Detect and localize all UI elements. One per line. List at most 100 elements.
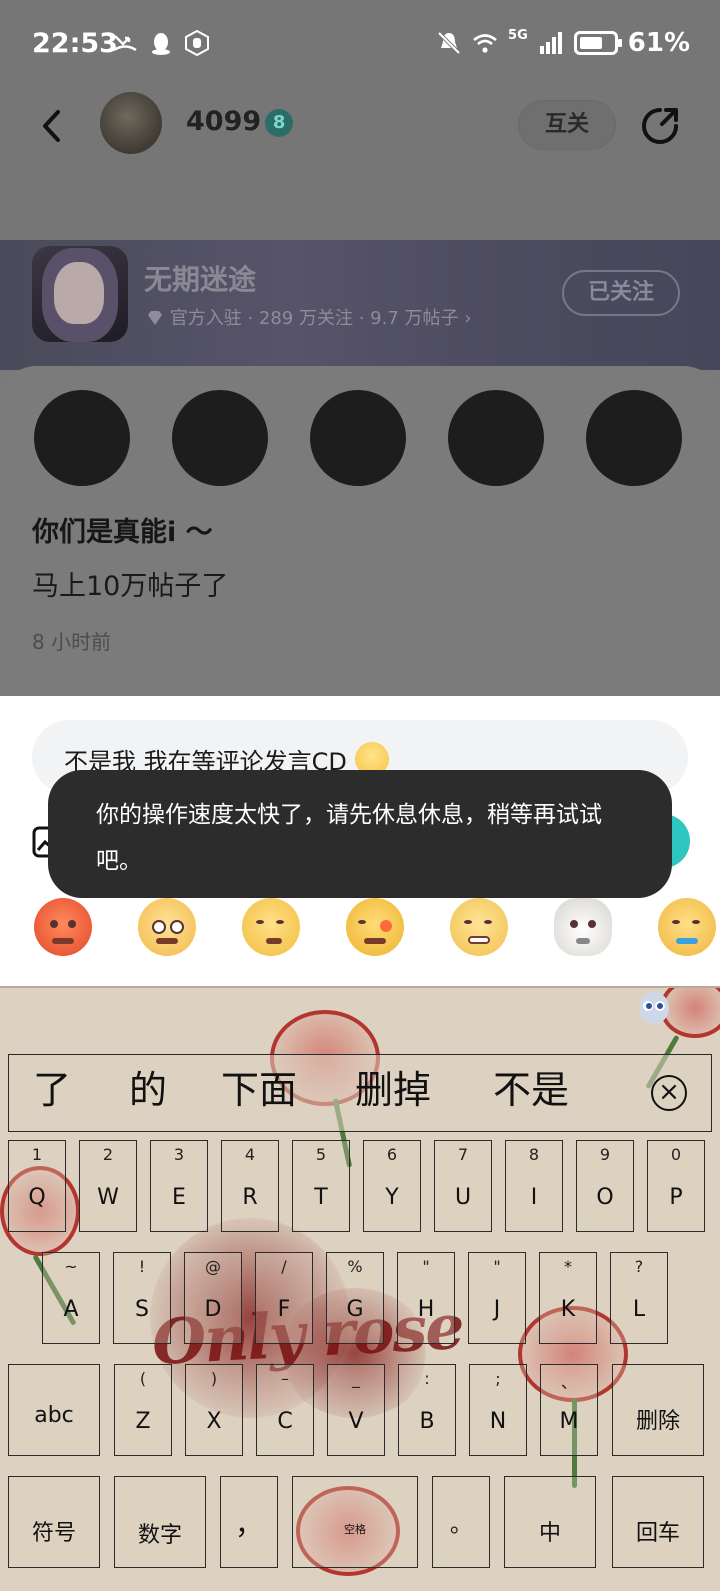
community-banner[interactable]: 无期迷途 官方入驻 · 289 万关注 · 9.7 万帖子 › 已关注 bbox=[0, 240, 720, 370]
key-label: Z bbox=[135, 1409, 151, 1434]
section-icon-5[interactable] bbox=[586, 390, 682, 486]
key-y[interactable]: 6Y bbox=[363, 1140, 421, 1232]
community-avatar[interactable] bbox=[32, 246, 128, 342]
username[interactable]: 4099 8 bbox=[186, 106, 294, 137]
community-name[interactable]: 无期迷途 bbox=[144, 258, 256, 298]
key-label: B bbox=[419, 1409, 435, 1434]
key-h[interactable]: " H bbox=[397, 1252, 455, 1344]
key-n[interactable]: ; N bbox=[469, 1364, 527, 1456]
candidate-bar: 了 的 下面 删掉 不是 × bbox=[8, 1054, 712, 1132]
key-secondary-label: 3 bbox=[173, 1145, 185, 1164]
key-g[interactable]: % G bbox=[326, 1252, 384, 1344]
key-label: G bbox=[346, 1297, 364, 1322]
enter-key[interactable]: 回车 bbox=[612, 1476, 704, 1568]
key-label: U bbox=[454, 1185, 472, 1210]
key-p[interactable]: 0P bbox=[647, 1140, 705, 1232]
delete-key[interactable]: 删除 bbox=[612, 1364, 704, 1456]
symbols-key[interactable]: 符号 bbox=[8, 1476, 100, 1568]
post-body[interactable]: 马上10万帖子了 bbox=[32, 564, 228, 603]
key-label: C bbox=[277, 1409, 293, 1434]
post-time: 8 小时前 bbox=[32, 630, 112, 654]
post-title[interactable]: 你们是真能i ～ bbox=[32, 510, 213, 549]
key-label: E bbox=[172, 1185, 186, 1210]
key-label: X bbox=[206, 1409, 222, 1434]
mutual-follow-button[interactable]: 互关 bbox=[518, 100, 616, 150]
key-r[interactable]: 4R bbox=[221, 1140, 279, 1232]
space-key[interactable]: 空格 bbox=[292, 1476, 418, 1568]
candidate-word[interactable]: 不是 bbox=[493, 1059, 569, 1114]
key-t[interactable]: 5T bbox=[292, 1140, 350, 1232]
key-i[interactable]: 8I bbox=[505, 1140, 563, 1232]
profile-header: 4099 8 互关 bbox=[0, 92, 720, 240]
key-u[interactable]: 7U bbox=[434, 1140, 492, 1232]
section-icon-4[interactable] bbox=[448, 390, 544, 486]
key-s[interactable]: ! S bbox=[113, 1252, 171, 1344]
period-key[interactable]: 。 bbox=[432, 1476, 490, 1568]
hand-badge-icon bbox=[185, 30, 209, 56]
key-f[interactable]: / F bbox=[255, 1252, 313, 1344]
abc-key[interactable]: abc bbox=[8, 1364, 100, 1456]
key-label: F bbox=[277, 1297, 291, 1322]
key-l[interactable]: ? L bbox=[610, 1252, 668, 1344]
close-candidates-icon[interactable]: × bbox=[651, 1075, 687, 1111]
key-e[interactable]: 3E bbox=[150, 1140, 208, 1232]
comma-key[interactable]: ， bbox=[220, 1476, 278, 1568]
status-bar: 22:53 5G 61% bbox=[0, 0, 720, 92]
key-v[interactable]: _ V bbox=[327, 1364, 385, 1456]
key-label: N bbox=[489, 1409, 507, 1434]
key-d[interactable]: @ D bbox=[184, 1252, 242, 1344]
keyboard-mascot-icon[interactable] bbox=[636, 990, 672, 1026]
status-left-icons bbox=[112, 30, 210, 56]
key-q[interactable]: 1Q bbox=[8, 1140, 66, 1232]
user-avatar[interactable] bbox=[100, 92, 162, 154]
grin-emoji[interactable] bbox=[450, 898, 508, 956]
section-icon-2[interactable] bbox=[172, 390, 268, 486]
key-secondary-label: _ bbox=[352, 1369, 360, 1388]
dog-emoji[interactable] bbox=[554, 898, 612, 956]
key-j[interactable]: " J bbox=[468, 1252, 526, 1344]
smug-emoji[interactable] bbox=[242, 898, 300, 956]
angry-emoji[interactable] bbox=[34, 898, 92, 956]
key-secondary-label: 7 bbox=[457, 1145, 469, 1164]
candidate-word[interactable]: 了 bbox=[33, 1059, 71, 1114]
missed-call-icon bbox=[113, 35, 137, 52]
followed-button[interactable]: 已关注 bbox=[562, 270, 680, 316]
sparkle-emoji[interactable] bbox=[346, 898, 404, 956]
back-arrow-icon[interactable] bbox=[34, 106, 74, 146]
key-b[interactable]: :B bbox=[398, 1364, 456, 1456]
key-label: K bbox=[560, 1297, 576, 1322]
key-k[interactable]: * K bbox=[539, 1252, 597, 1344]
community-meta[interactable]: 官方入驻 · 289 万关注 · 9.7 万帖子 › bbox=[146, 304, 471, 330]
section-icon-3[interactable] bbox=[310, 390, 406, 486]
key-label: S bbox=[135, 1297, 149, 1322]
key-secondary-label: " bbox=[493, 1257, 501, 1276]
section-icon-1[interactable] bbox=[34, 390, 130, 486]
drool-emoji[interactable] bbox=[658, 898, 716, 956]
key-secondary-label: ! bbox=[138, 1257, 146, 1276]
crying-emoji[interactable] bbox=[138, 898, 196, 956]
key-a[interactable]: ~ A bbox=[42, 1252, 100, 1344]
numbers-key[interactable]: 数字 bbox=[114, 1476, 206, 1568]
chinese-mode-key[interactable]: 中 bbox=[504, 1476, 596, 1568]
key-label: O bbox=[596, 1185, 614, 1210]
candidate-word[interactable]: 删掉 bbox=[355, 1059, 431, 1114]
key-secondary-label: 0 bbox=[670, 1145, 682, 1164]
candidate-word[interactable]: 下面 bbox=[221, 1059, 297, 1114]
key-z[interactable]: (Z bbox=[114, 1364, 172, 1456]
key-secondary-label: % bbox=[347, 1257, 363, 1276]
key-label: I bbox=[530, 1185, 538, 1210]
key-m[interactable]: 、 M bbox=[540, 1364, 598, 1456]
candidate-word[interactable]: 的 bbox=[129, 1059, 167, 1114]
key-secondary-label: ~ bbox=[64, 1257, 78, 1276]
key-w[interactable]: 2W bbox=[79, 1140, 137, 1232]
key-x[interactable]: ) X bbox=[185, 1364, 243, 1456]
key-c[interactable]: – C bbox=[256, 1364, 314, 1456]
key-secondary-label: : bbox=[424, 1369, 430, 1388]
share-icon[interactable] bbox=[638, 104, 682, 148]
key-secondary-label: ) bbox=[210, 1369, 218, 1388]
battery-icon bbox=[573, 31, 622, 55]
key-o[interactable]: 9O bbox=[576, 1140, 634, 1232]
status-right: 5G 61% bbox=[436, 28, 690, 58]
key-label: T bbox=[314, 1185, 328, 1210]
key-secondary-label: @ bbox=[205, 1257, 221, 1276]
